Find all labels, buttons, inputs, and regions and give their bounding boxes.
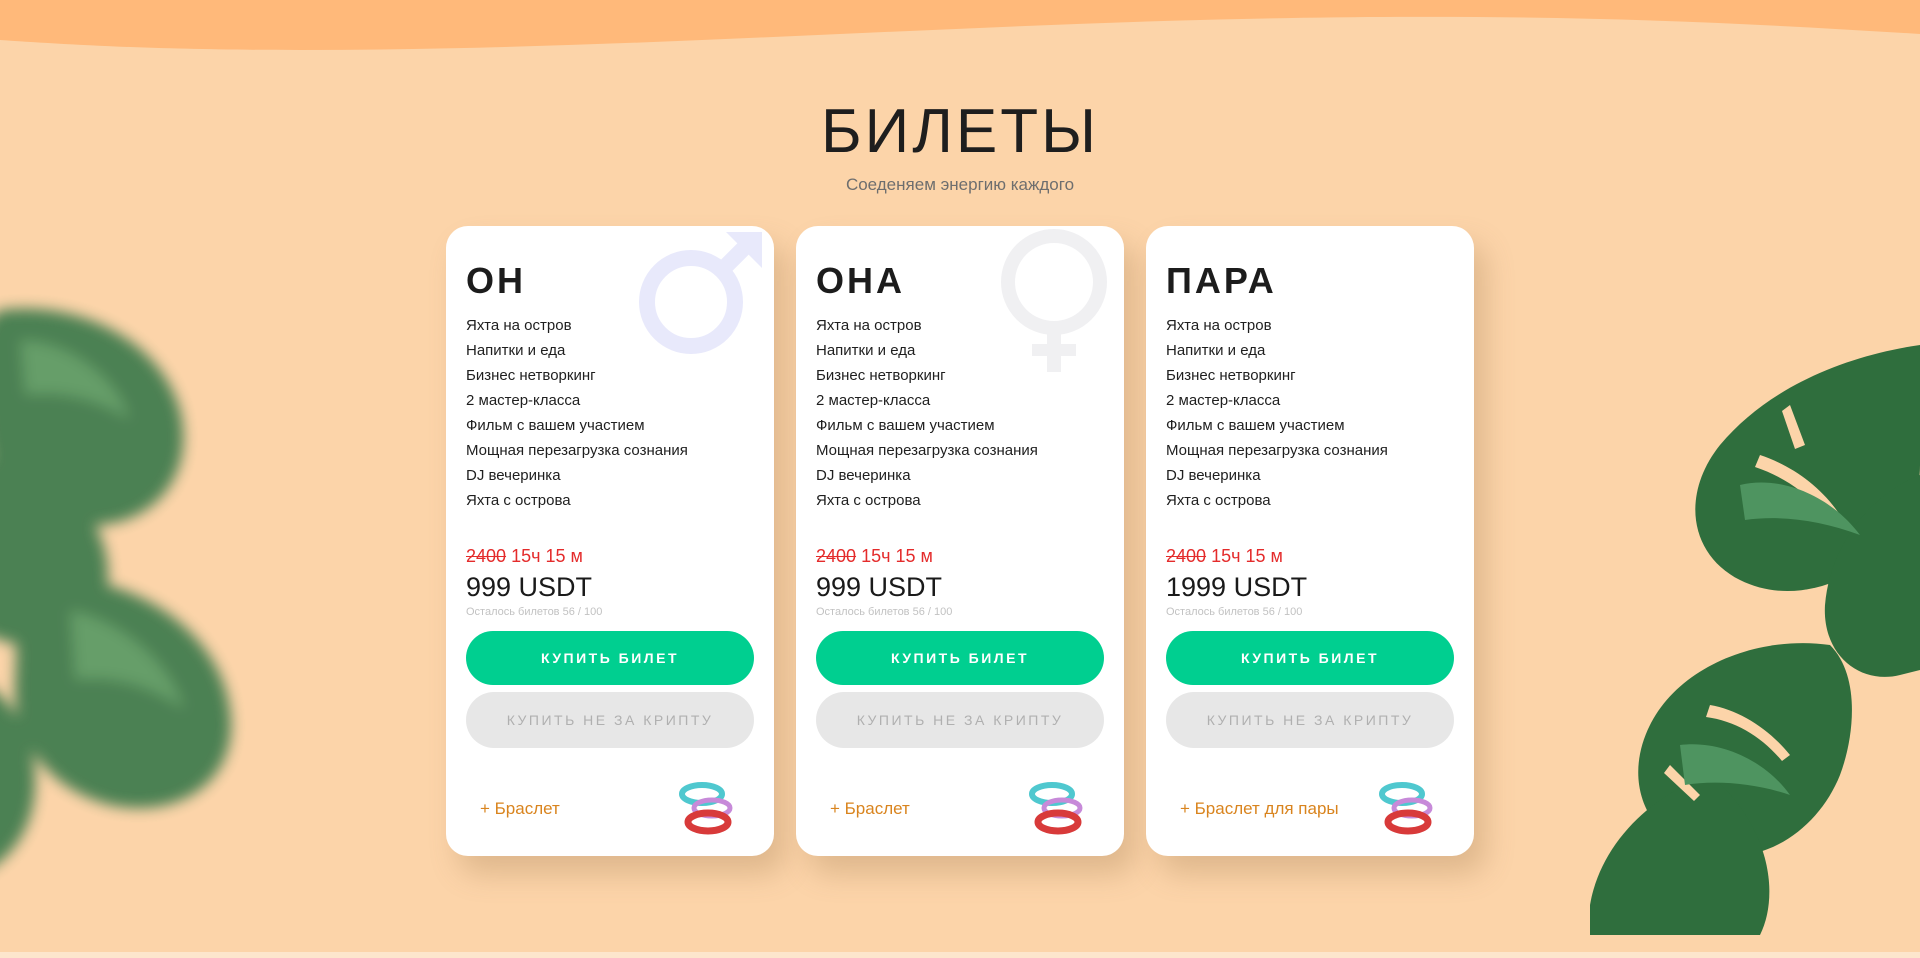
feature-item: 2 мастер-класса	[816, 392, 931, 409]
tickets-remaining: Осталось билетов 56 / 100	[816, 606, 953, 618]
feature-item: Напитки и еда	[816, 342, 916, 359]
feature-item: Бизнес нетворкинг	[1166, 367, 1296, 384]
buy-non-crypto-button[interactable]: КУПИТЬ НЕ ЗА КРИПТУ	[466, 692, 754, 748]
current-price: 999 USDT	[816, 572, 943, 602]
feature-item: Мощная перезагрузка сознания	[816, 442, 1038, 459]
ticket-card-she: ОНА Яхта на остров Напитки и еда Бизнес …	[796, 226, 1124, 856]
feature-item: Бизнес нетворкинг	[466, 367, 596, 384]
feature-item: DJ вечеринка	[816, 467, 911, 484]
ticket-card-couple: ПАРА Яхта на остров Напитки и еда Бизнес…	[1146, 226, 1474, 856]
buy-ticket-button[interactable]: КУПИТЬ БИЛЕТ	[1166, 631, 1454, 685]
feature-item: Яхта с острова	[466, 492, 571, 509]
old-price: 2400	[1166, 546, 1207, 566]
discount-timer: 15ч 15 м	[861, 546, 933, 566]
ticket-card-he: ОН Яхта на остров Напитки и еда Бизнес н…	[446, 226, 774, 856]
top-wave-decoration	[0, 0, 1920, 50]
feature-item: Яхта с острова	[1166, 492, 1271, 509]
buy-ticket-button[interactable]: КУПИТЬ БИЛЕТ	[816, 631, 1104, 685]
feature-item: 2 мастер-класса	[1166, 392, 1281, 409]
bracelet-image	[1029, 782, 1083, 835]
feature-item: Напитки и еда	[466, 342, 566, 359]
feature-item: Напитки и еда	[1166, 342, 1266, 359]
add-bracelet-link[interactable]: + Браслет	[480, 799, 560, 819]
old-price: 2400	[466, 546, 507, 566]
feature-list: Яхта на остров Напитки и еда Бизнес нетв…	[466, 313, 688, 513]
feature-item: Яхта на остров	[466, 317, 572, 334]
feature-item: Фильм с вашем участием	[466, 417, 645, 434]
tickets-remaining: Осталось билетов 56 / 100	[1166, 606, 1303, 618]
feature-item: Мощная перезагрузка сознания	[1166, 442, 1388, 459]
old-price-timer: 2400 15ч 15 м	[466, 546, 583, 567]
card-title: ОН	[466, 260, 526, 301]
bottom-strip	[0, 952, 1920, 958]
feature-list: Яхта на остров Напитки и еда Бизнес нетв…	[1166, 313, 1388, 513]
feature-item: Яхта на остров	[816, 317, 922, 334]
feature-item: Фильм с вашем участием	[1166, 417, 1345, 434]
old-price-timer: 2400 15ч 15 м	[816, 546, 933, 567]
buy-ticket-button[interactable]: КУПИТЬ БИЛЕТ	[466, 631, 754, 685]
old-price-timer: 2400 15ч 15 м	[1166, 546, 1283, 567]
bracelet-image	[679, 782, 733, 835]
bracelet-image	[1379, 782, 1433, 835]
feature-item: Мощная перезагрузка сознания	[466, 442, 688, 459]
feature-item: Яхта на остров	[1166, 317, 1272, 334]
leaves-right-decoration	[1590, 345, 1920, 935]
feature-item: Фильм с вашем участием	[816, 417, 995, 434]
feature-list: Яхта на остров Напитки и еда Бизнес нетв…	[816, 313, 1038, 513]
section-title: БИЛЕТЫ	[820, 97, 1100, 166]
add-bracelet-link[interactable]: + Браслет	[830, 799, 910, 819]
leaves-left-decoration	[0, 308, 232, 862]
card-title: ОНА	[816, 260, 905, 301]
discount-timer: 15ч 15 м	[511, 546, 583, 566]
buy-non-crypto-button[interactable]: КУПИТЬ НЕ ЗА КРИПТУ	[816, 692, 1104, 748]
discount-timer: 15ч 15 м	[1211, 546, 1283, 566]
card-title: ПАРА	[1166, 260, 1277, 301]
current-price: 999 USDT	[466, 572, 593, 602]
feature-item: Яхта с острова	[816, 492, 921, 509]
section-subtitle: Соеденяем энергию каждого	[845, 175, 1075, 194]
tickets-remaining: Осталось билетов 56 / 100	[466, 606, 603, 618]
feature-item: DJ вечеринка	[466, 467, 561, 484]
feature-item: 2 мастер-класса	[466, 392, 581, 409]
feature-item: DJ вечеринка	[1166, 467, 1261, 484]
feature-item: Бизнес нетворкинг	[816, 367, 946, 384]
buy-non-crypto-button[interactable]: КУПИТЬ НЕ ЗА КРИПТУ	[1166, 692, 1454, 748]
current-price: 1999 USDT	[1166, 572, 1308, 602]
old-price: 2400	[816, 546, 857, 566]
add-bracelet-link[interactable]: + Браслет для пары	[1180, 799, 1339, 819]
